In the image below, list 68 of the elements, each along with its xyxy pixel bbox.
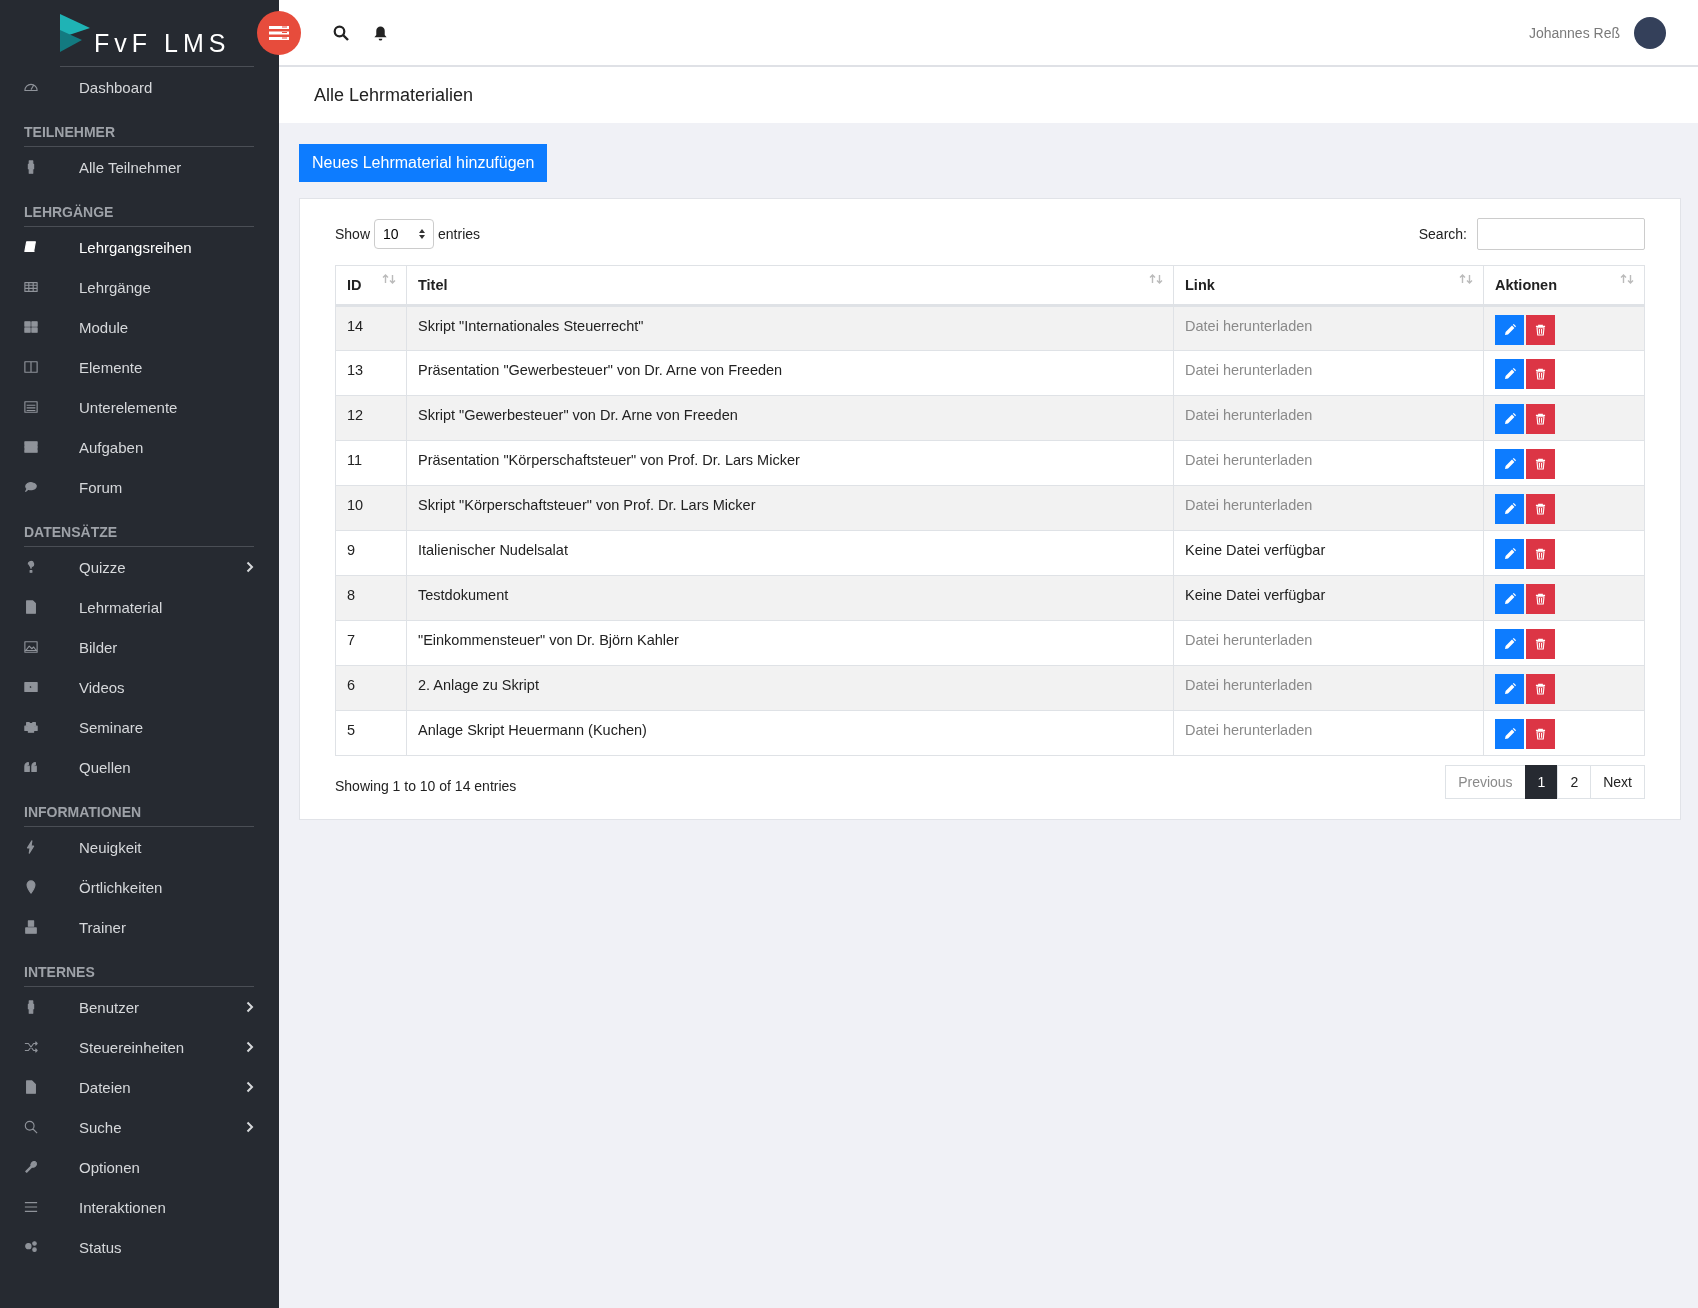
table-cell: 13 <box>335 350 407 396</box>
table-cell: 14 <box>335 305 407 351</box>
section-heading: INFORMATIONEN <box>24 804 254 827</box>
section-heading: INTERNES <box>24 964 254 987</box>
pagination-button[interactable]: 1 <box>1524 765 1559 799</box>
sidebar-item[interactable]: Dashboard <box>0 67 279 107</box>
table-cell: 2. Anlage zu Skript <box>406 665 1174 711</box>
table-cell: Skript "Körperschaftsteuer" von Prof. Dr. Lars Micker <box>406 485 1174 531</box>
sidebar-item[interactable]: Forum <box>0 467 279 507</box>
logo-text: FvF LMS <box>94 30 231 56</box>
sidebar-item[interactable]: Videos <box>0 667 279 707</box>
sidebar-item[interactable]: Optionen <box>0 1147 279 1187</box>
sidebar-item[interactable]: Quizze <box>0 547 279 587</box>
page-size-select[interactable]: 10 <box>374 219 435 249</box>
sidebar-item[interactable]: Steuereinheiten <box>0 1027 279 1067</box>
sidebar-item[interactable]: Lehrgänge <box>0 267 279 307</box>
sidebar-item[interactable]: Neuigkeit <box>0 827 279 867</box>
sidebar-item[interactable]: Lehrmaterial <box>0 587 279 627</box>
pagination-button[interactable]: 2 <box>1557 765 1592 799</box>
sidebar-item[interactable]: Status <box>0 1227 279 1267</box>
sidebar-item[interactable]: Elemente <box>0 347 279 387</box>
sidebar-item[interactable]: Örtlichkeiten <box>0 867 279 907</box>
download-link[interactable]: Datei herunterladen <box>1185 362 1313 378</box>
table-cell: 12 <box>335 395 407 441</box>
search-label: Search: <box>1418 226 1467 242</box>
table-cell: Testdokument <box>406 575 1174 621</box>
table-cell: 7 <box>335 620 407 666</box>
download-link[interactable]: Datei herunterladen <box>1185 632 1313 648</box>
table-cell: Skript "Gewerbesteuer" von Dr. Arne von Freeden <box>406 395 1174 441</box>
no-file-text: Keine Datei verfügbar <box>1185 587 1326 603</box>
sidebar-item[interactable]: Quellen <box>0 747 279 787</box>
table-cell: Präsentation "Körperschaftsteuer" von Prof. Dr. Lars Micker <box>406 440 1174 486</box>
page-title: Alle Lehrmaterialien <box>314 84 474 106</box>
add-material-button[interactable]: Neues Lehrmaterial hinzufügen <box>299 144 548 182</box>
section-heading: TEILNEHMER <box>24 124 254 147</box>
table-cell: Skript "Internationales Steuerrecht" <box>406 305 1174 351</box>
table-cell: Anlage Skript Heuermann (Kuchen) <box>406 710 1174 756</box>
section-heading: LEHRGÄNGE <box>24 204 254 227</box>
sidebar-item[interactable]: Seminare <box>0 707 279 747</box>
pagination-button[interactable]: Next <box>1590 765 1645 799</box>
table-cell: 10 <box>335 485 407 531</box>
sidebar-item[interactable]: Aufgaben <box>0 427 279 467</box>
table-cell: Präsentation "Gewerbesteuer" von Dr. Arne von Freeden <box>406 350 1174 396</box>
download-link[interactable]: Datei herunterladen <box>1185 722 1313 738</box>
download-link[interactable]: Datei herunterladen <box>1185 452 1313 468</box>
sidebar-item[interactable]: Bilder <box>0 627 279 667</box>
entries-info: Showing 1 to 10 of 14 entries <box>335 778 517 794</box>
table-cell: 11 <box>335 440 407 486</box>
sidebar-item[interactable]: Dateien <box>0 1067 279 1107</box>
sidebar-item[interactable]: Alle Teilnehmer <box>0 147 279 187</box>
user-name[interactable]: Johannes Reß <box>1528 24 1620 41</box>
sidebar-item[interactable]: Trainer <box>0 907 279 947</box>
table-cell: Italienischer Nudelsalat <box>406 530 1174 576</box>
sidebar-item[interactable]: Benutzer <box>0 987 279 1027</box>
table-cell: 9 <box>335 530 407 576</box>
sidebar-item[interactable]: Module <box>0 307 279 347</box>
table-cell: 6 <box>335 665 407 711</box>
section-heading: DATENSÄTZE <box>24 524 254 547</box>
sidebar-item[interactable]: Suche <box>0 1107 279 1147</box>
show-label: Show <box>335 226 371 242</box>
sidebar-item[interactable]: Interaktionen <box>0 1187 279 1227</box>
entries-label: entries <box>438 226 481 242</box>
sidebar-item[interactable]: Lehrgangsreihen <box>0 227 279 267</box>
sidebar-item[interactable]: Unterelemente <box>0 387 279 427</box>
table-cell: "Einkommensteuer" von Dr. Björn Kahler <box>406 620 1174 666</box>
table-cell: 5 <box>335 710 407 756</box>
table-cell: 8 <box>335 575 407 621</box>
no-file-text: Keine Datei verfügbar <box>1185 542 1326 558</box>
